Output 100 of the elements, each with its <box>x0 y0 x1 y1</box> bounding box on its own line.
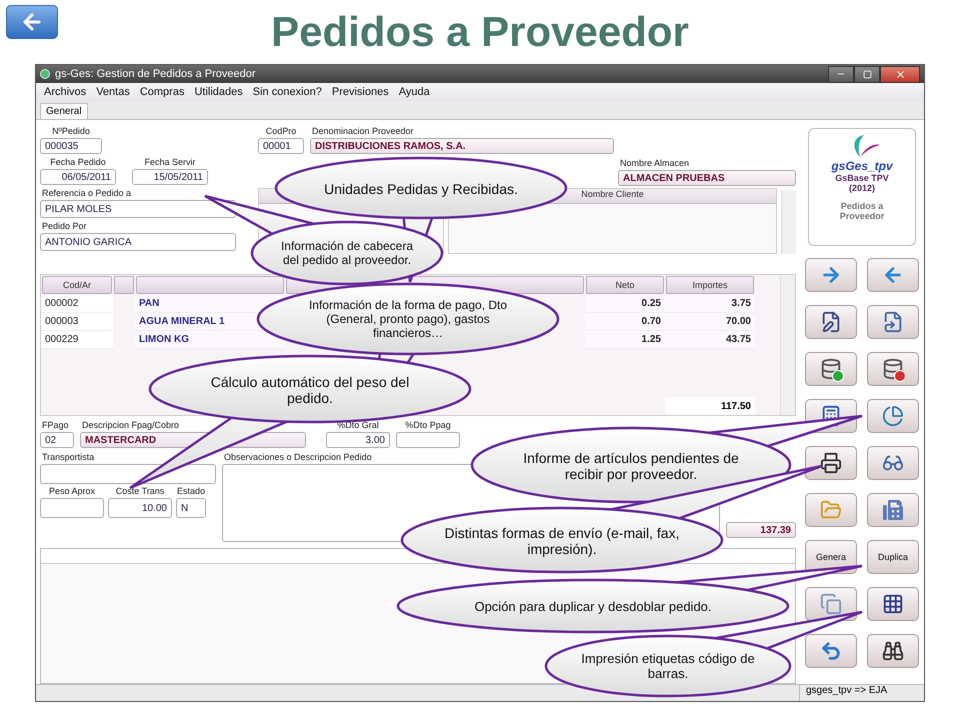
document-pen-icon <box>820 311 842 333</box>
close-button[interactable] <box>880 66 920 82</box>
field-label: Pedido Por <box>42 221 87 232</box>
total-field: 137.39 <box>726 522 796 538</box>
toolbar-button[interactable] <box>805 446 857 480</box>
callout-text: Informe de artículos pendientes de recibir por proveedor. <box>522 448 740 484</box>
column-header <box>114 276 134 294</box>
scrollbar[interactable] <box>780 275 795 415</box>
text-field[interactable]: N <box>176 498 206 518</box>
undo-icon <box>820 640 842 662</box>
callout-text: Información de la forma de pago, Dto (General, pronto pago), gastos financieros… <box>308 297 508 342</box>
fax-icon <box>883 500 903 520</box>
product-name: GsBase TPV <box>835 173 889 183</box>
text-field[interactable]: 10.00 <box>108 498 172 518</box>
tab[interactable]: General <box>40 103 88 119</box>
menu-item[interactable]: Ventas <box>96 86 130 98</box>
total-cell: 117.50 <box>665 397 755 415</box>
menu-item[interactable]: Previsiones <box>332 86 389 98</box>
column-header: Neto <box>586 276 664 294</box>
text-field[interactable]: 3.00 <box>326 432 390 448</box>
menu-item[interactable]: Compras <box>140 86 184 98</box>
text-field[interactable]: DISTRIBUCIONES RAMOS, S.A. <box>310 138 614 154</box>
session-info: gsges_tpv => EJA <box>799 685 924 701</box>
table-cell: 000003 <box>41 313 113 331</box>
menu-item[interactable]: Sin conexion? <box>252 86 322 98</box>
slide-title: Pedidos a Proveedor <box>271 8 689 56</box>
binoculars-icon <box>882 640 904 662</box>
table-cell: 0.70 <box>585 313 665 331</box>
menu-item[interactable]: Utilidades <box>194 86 243 98</box>
field-label: Nombre Almacen <box>620 158 690 169</box>
field-label: Fecha Pedido <box>50 157 106 168</box>
toolbar-button[interactable] <box>867 446 919 480</box>
column-header: Importes <box>666 276 754 294</box>
field-label: Descripcion Fpag/Cobro <box>82 420 180 431</box>
field-label: Denominacion Proveedor <box>312 126 414 137</box>
database-add-icon <box>820 358 842 380</box>
text-field[interactable]: PILAR MOLES <box>40 200 236 218</box>
table-cell: 43.75 <box>665 331 755 349</box>
table-cell: 70.00 <box>665 313 755 331</box>
field-label: Coste Trans <box>116 486 164 497</box>
toolbar-button[interactable] <box>867 634 919 668</box>
callout-text: Cálculo automático del peso del pedido. <box>210 372 410 408</box>
text-field[interactable] <box>40 498 104 518</box>
toolbar-button[interactable] <box>867 305 919 339</box>
text-field[interactable]: ALMACEN PRUEBAS <box>618 170 796 186</box>
callout-text: Unidades Pedidas y Recibidas. <box>323 180 519 199</box>
text-field[interactable] <box>396 432 460 448</box>
field-label: Observaciones o Descripcion Pedido <box>224 452 372 463</box>
toolbar-button[interactable]: Duplica <box>867 540 919 574</box>
text-field[interactable]: ANTONIO GARICA <box>40 233 236 251</box>
text-field[interactable]: 000035 <box>40 138 102 154</box>
module-name: Pedidos a Proveedor <box>838 201 886 221</box>
close-icon <box>894 68 906 80</box>
text-field[interactable]: 02 <box>40 432 74 448</box>
field-label: Referencia o Pedido a <box>42 188 132 199</box>
table-cell: 0.25 <box>585 295 665 313</box>
table-cell: 000002 <box>41 295 113 313</box>
window-title: gs-Ges: Gestion de Pedidos a Proveedor <box>55 68 256 80</box>
field-label: CodPro <box>266 126 296 137</box>
grid-icon <box>882 593 904 615</box>
field-label: %Dto Ppag <box>405 420 451 431</box>
back-button[interactable] <box>6 5 58 39</box>
menu-item[interactable]: Archivos <box>44 86 86 98</box>
copy-icon <box>820 593 842 615</box>
menu-item[interactable]: Ayuda <box>398 86 430 98</box>
folder-icon <box>820 499 842 521</box>
column-header: Cod/Ar <box>42 276 112 294</box>
toolbar-button[interactable] <box>805 352 857 386</box>
field-label: Transportista <box>42 452 94 463</box>
field-label: Fecha Servir <box>144 157 196 168</box>
product-year: (2012) <box>848 183 875 193</box>
table-cell: 1.25 <box>585 331 665 349</box>
text-field[interactable]: 00001 <box>258 138 304 154</box>
scrollbar[interactable] <box>781 190 796 254</box>
document-arrow-icon <box>882 311 904 333</box>
text-field[interactable]: 15/05/2011 <box>132 169 208 185</box>
table-cell: PAN <box>135 295 285 313</box>
maximize-button[interactable] <box>854 66 880 82</box>
field-label: FPago <box>42 420 69 431</box>
minimize-button[interactable] <box>828 66 854 82</box>
brand-name: gsGes_tpv <box>831 159 893 173</box>
callout-text: Distintas formas de envío (e-mail, fax, impresión). <box>443 524 680 559</box>
callout-text: Información de cabecera del pedido al proveedor. <box>280 238 414 269</box>
maximize-icon <box>862 70 872 78</box>
callout-text: Impresión etiquetas código de barras. <box>580 650 756 683</box>
app-icon <box>40 69 50 79</box>
callout-text: Opción para duplicar y desdoblar pedido. <box>473 598 713 616</box>
field-label: Estado <box>176 486 206 497</box>
database-delete-icon <box>882 358 904 380</box>
field-label: Peso Aprox <box>48 486 96 497</box>
table-cell: 000229 <box>41 331 113 349</box>
field-label: %Dto Gral <box>337 420 379 431</box>
printer-icon <box>820 452 842 474</box>
pie-chart-icon <box>882 405 904 427</box>
table-cell: LIMON KG <box>135 331 285 349</box>
toolbar-button[interactable] <box>867 352 919 386</box>
toolbar-button[interactable] <box>867 587 919 621</box>
field-label: NºPedido <box>52 126 90 137</box>
text-field[interactable]: 06/05/2011 <box>40 169 116 185</box>
toolbar-button[interactable] <box>805 305 857 339</box>
